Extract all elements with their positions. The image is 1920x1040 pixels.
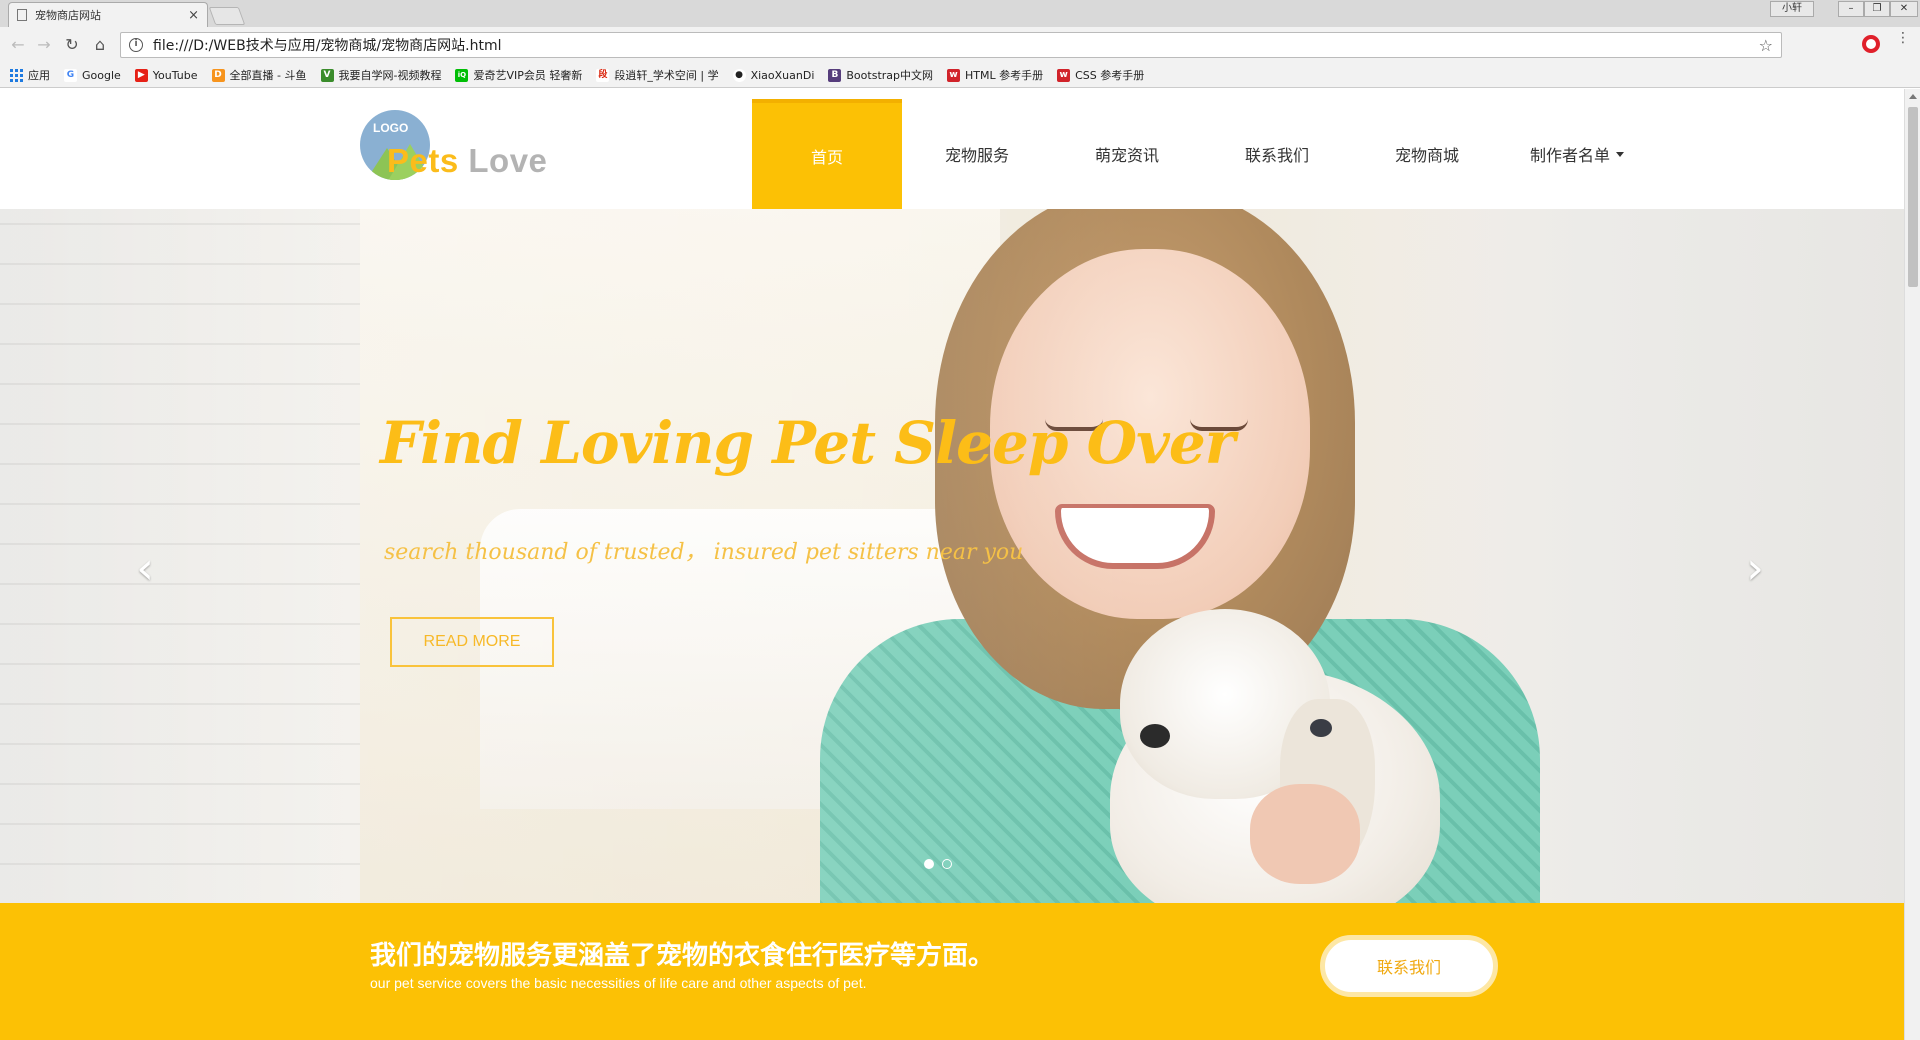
bookmarks-bar: 应用 G Google ▶ YouTube D 全部直播 - 斗鱼 V 我要自学…	[0, 63, 1920, 88]
tab-title: 宠物商店网站	[35, 9, 101, 22]
back-icon[interactable]: ←	[8, 35, 28, 55]
bookmark-label: XiaoXuanDi	[750, 68, 815, 82]
service-banner: 我们的宠物服务更涵盖了宠物的衣食住行医疗等方面。 our pet service…	[0, 903, 1904, 1040]
carousel-indicator-1[interactable]	[924, 859, 934, 869]
bookmark-label: CSS 参考手册	[1075, 69, 1145, 82]
nav-item-credits-dropdown[interactable]: 制作者名单	[1502, 99, 1652, 209]
page-icon	[17, 9, 27, 21]
logo-word-pets: Pets	[387, 142, 459, 179]
bookmark-iqiyi[interactable]: iQ 爱奇艺VIP会员 轻奢新	[455, 67, 582, 83]
carousel-indicators	[924, 859, 952, 869]
scroll-up-icon[interactable]	[1909, 94, 1917, 99]
opera-extension-icon[interactable]	[1862, 35, 1880, 53]
logo-mark: LOGO	[373, 121, 409, 135]
home-icon[interactable]: ⌂	[90, 35, 110, 55]
bookmark-github[interactable]: ● XiaoXuanDi	[732, 68, 815, 82]
bookmark-label: 应用	[28, 69, 50, 82]
nav-item-home[interactable]: 首页	[752, 99, 902, 209]
forward-icon[interactable]: →	[34, 35, 54, 55]
nav-label: 联系我们	[1244, 146, 1309, 165]
bookmark-label: Bootstrap中文网	[846, 69, 933, 82]
bookmark-label: Google	[82, 68, 121, 82]
nav-label: 萌宠资讯	[1094, 146, 1159, 165]
hero-subtitle: search thousand of trusted， insured pet …	[384, 540, 1024, 565]
nav-label: 制作者名单	[1529, 146, 1610, 165]
info-icon[interactable]: i	[129, 38, 143, 52]
carousel-indicator-2[interactable]	[942, 859, 952, 869]
bookmark-space[interactable]: 段 段逍轩_学术空间 | 学	[596, 67, 719, 83]
nav-item-contact[interactable]: 联系我们	[1202, 99, 1352, 209]
logo-text: Pets Love	[387, 142, 547, 180]
browser-menu-icon[interactable]: ⋮	[1896, 31, 1910, 45]
page-scrollbar[interactable]	[1904, 89, 1920, 1040]
logo-word-love: Love	[468, 142, 548, 179]
close-window-icon[interactable]: ✕	[1890, 1, 1918, 17]
space-icon: 段	[596, 68, 610, 82]
bookmark-apps[interactable]: 应用	[10, 67, 50, 83]
tab-close-icon[interactable]: ×	[188, 8, 199, 23]
profile-button[interactable]: 小轩	[1770, 1, 1814, 17]
bookmark-css-ref[interactable]: w CSS 参考手册	[1057, 67, 1144, 83]
read-more-button[interactable]: READ MORE	[390, 617, 554, 667]
scroll-thumb[interactable]	[1908, 107, 1918, 287]
bootstrap-icon: B	[828, 68, 842, 82]
nav-label: 宠物商城	[1394, 146, 1459, 165]
hero-carousel: Find Loving Pet Sleep Over search thousa…	[0, 209, 1904, 903]
w3school-icon: w	[1057, 68, 1071, 82]
restore-icon[interactable]: ❐	[1864, 1, 1890, 17]
bookmark-html-ref[interactable]: w HTML 参考手册	[947, 67, 1043, 83]
bookmark-label: 全部直播 - 斗鱼	[229, 69, 307, 82]
bookmark-label: YouTube	[152, 68, 198, 82]
site-header: LOGO Pets Love 首页 宠物服务 萌宠资讯 联系我们 宠物商城 制作…	[0, 89, 1904, 209]
nav-item-pet-service[interactable]: 宠物服务	[902, 99, 1052, 209]
bookmark-youtube[interactable]: ▶ YouTube	[134, 68, 198, 82]
bookmark-google[interactable]: G Google	[64, 68, 121, 82]
zixue-icon: V	[320, 68, 334, 82]
bookmark-label: 我要自学网-视频教程	[338, 69, 442, 82]
reload-icon[interactable]: ↻	[62, 35, 82, 55]
nav-label: 首页	[810, 148, 843, 167]
url-text[interactable]: file:///D:/WEB技术与应用/宠物商城/宠物商店网站.html	[153, 35, 1759, 55]
browser-tabstrip: 宠物商店网站 × 小轩 – ❐ ✕	[0, 0, 1920, 27]
web-page: LOGO Pets Love 首页 宠物服务 萌宠资讯 联系我们 宠物商城 制作…	[0, 89, 1904, 1040]
browser-tab[interactable]: 宠物商店网站 ×	[8, 2, 208, 27]
youtube-icon: ▶	[134, 68, 148, 82]
service-banner-subtitle: our pet service covers the basic necessi…	[370, 975, 867, 991]
bookmark-star-icon[interactable]: ☆	[1759, 36, 1773, 55]
nav-item-pet-news[interactable]: 萌宠资讯	[1052, 99, 1202, 209]
carousel-prev-icon[interactable]: ‹	[130, 547, 160, 591]
main-nav: 首页 宠物服务 萌宠资讯 联系我们 宠物商城 制作者名单	[752, 99, 1652, 209]
nav-label: 宠物服务	[944, 146, 1009, 165]
minimize-icon[interactable]: –	[1838, 1, 1864, 17]
service-banner-title: 我们的宠物服务更涵盖了宠物的衣食住行医疗等方面。	[370, 941, 995, 971]
bookmark-douyu[interactable]: D 全部直播 - 斗鱼	[211, 67, 307, 83]
hero-title: Find Loving Pet Sleep Over	[380, 409, 1235, 477]
bookmark-zixue[interactable]: V 我要自学网-视频教程	[320, 67, 442, 83]
address-bar[interactable]: i file:///D:/WEB技术与应用/宠物商城/宠物商店网站.html ☆	[120, 32, 1782, 58]
iqiyi-icon: iQ	[455, 68, 469, 82]
github-icon: ●	[732, 68, 746, 82]
site-logo[interactable]: LOGO Pets Love	[360, 110, 560, 185]
bookmark-label: HTML 参考手册	[965, 69, 1044, 82]
caret-down-icon	[1616, 151, 1624, 157]
apps-grid-icon	[10, 68, 23, 82]
bookmark-bootstrap[interactable]: B Bootstrap中文网	[828, 67, 933, 83]
nav-item-shop[interactable]: 宠物商城	[1352, 99, 1502, 209]
browser-toolbar: ← → ↻ ⌂ i file:///D:/WEB技术与应用/宠物商城/宠物商店网…	[0, 27, 1920, 63]
douyu-icon: D	[211, 68, 225, 82]
new-tab-button[interactable]	[208, 7, 246, 25]
bookmark-label: 爱奇艺VIP会员 轻奢新	[473, 69, 583, 82]
w3school-icon: w	[947, 68, 960, 82]
bookmark-label: 段逍轩_学术空间 | 学	[614, 69, 719, 82]
carousel-next-icon[interactable]: ›	[1740, 547, 1770, 591]
contact-us-button[interactable]: 联系我们	[1320, 935, 1498, 997]
google-icon: G	[64, 68, 77, 82]
